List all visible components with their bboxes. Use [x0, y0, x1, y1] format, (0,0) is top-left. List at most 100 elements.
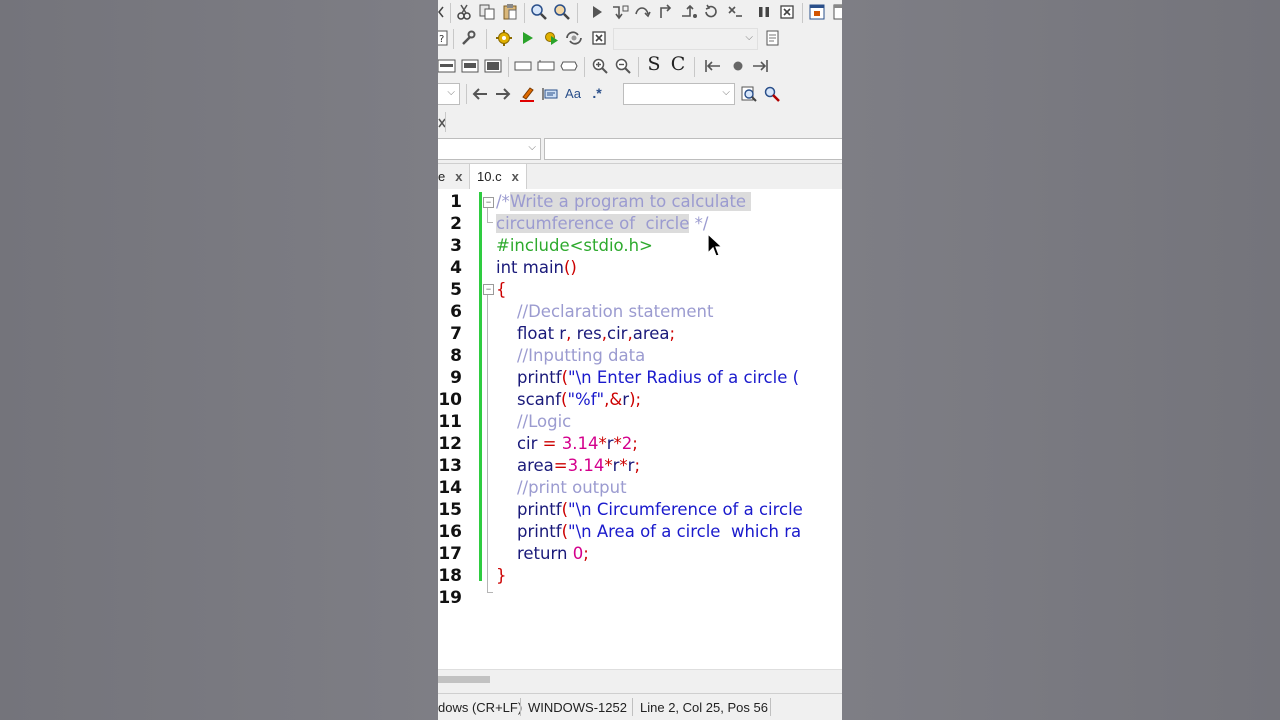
jump-forward-icon[interactable]: [751, 57, 769, 75]
line-number: 16: [438, 522, 462, 542]
block-icon-1[interactable]: [514, 57, 532, 75]
status-separator: [770, 698, 771, 716]
rebuild-icon[interactable]: [565, 29, 583, 47]
highlight-icon[interactable]: [518, 85, 536, 103]
status-separator: [520, 698, 521, 716]
fold-toggle-icon[interactable]: −: [483, 284, 494, 295]
horizontal-scrollbar[interactable]: [438, 669, 842, 692]
layout-icon-1[interactable]: [438, 57, 456, 75]
build-gear-icon[interactable]: [495, 29, 513, 47]
copy-icon[interactable]: [478, 3, 496, 21]
toolbar-separator: [638, 57, 639, 77]
step-out-icon[interactable]: [657, 3, 675, 21]
abort-icon[interactable]: [590, 29, 608, 47]
code-line-6: //Declaration statement: [516, 302, 714, 321]
code-line-17: return 0;: [516, 544, 589, 563]
chevron-down-icon: ⌵: [528, 142, 536, 153]
paste-icon[interactable]: [501, 3, 519, 21]
toolbar-separator: [802, 3, 803, 23]
line-number: 18: [438, 566, 462, 586]
toolbar-separator: [508, 57, 509, 77]
code-line-5: {: [496, 280, 507, 299]
status-encoding[interactable]: WINDOWS-1252: [528, 700, 627, 715]
build-run-icon[interactable]: [542, 29, 560, 47]
cut-icon[interactable]: [455, 3, 473, 21]
target-options-icon[interactable]: [764, 29, 782, 47]
c-button[interactable]: C: [669, 53, 687, 75]
code-line-3: #include<stdio.h>: [496, 236, 653, 255]
toolbar-separator: [450, 3, 451, 23]
status-eol[interactable]: dows (CR+LF): [438, 700, 522, 715]
find-icon[interactable]: [530, 3, 548, 21]
step-over-icon[interactable]: [634, 3, 652, 21]
status-separator: [632, 698, 633, 716]
run-icon[interactable]: [588, 3, 606, 21]
line-number: 10: [438, 390, 462, 410]
build-target-dropdown[interactable]: ⌵: [613, 28, 758, 50]
line-number: 12: [438, 434, 462, 454]
toolbar-separator: [486, 29, 487, 49]
regex-button[interactable]: .*: [588, 84, 606, 102]
toolbar-separator: [584, 57, 585, 77]
tab-previous-file[interactable]: ex: [438, 164, 470, 190]
zoom-out-icon[interactable]: [614, 57, 632, 75]
restart-debug-icon[interactable]: [703, 3, 721, 21]
mouse-pointer-icon: [707, 232, 724, 264]
toolbar-separator: [577, 3, 578, 23]
arrow-left-icon[interactable]: [471, 85, 489, 103]
line-number: 3: [450, 236, 462, 256]
block-icon-3[interactable]: [560, 57, 578, 75]
code-editor[interactable]: 1 2 3 4 5 6 7 8 9 10 11 12 13 14 15 16 17 18 19 − − /*Writ…: [438, 189, 842, 669]
line-number: 4: [450, 258, 462, 278]
search-icon[interactable]: [740, 85, 758, 103]
tab-10-c[interactable]: 10.c x: [469, 164, 527, 190]
status-bar: dows (CR+LF) WINDOWS-1252 Line 2, Col 25…: [438, 693, 842, 720]
match-case-button[interactable]: Aa: [564, 84, 582, 102]
scrollbar-thumb[interactable]: [438, 676, 490, 683]
run-to-cursor-icon[interactable]: [680, 3, 698, 21]
modified-lines-bar: [479, 192, 482, 581]
line-number: 2: [450, 214, 462, 234]
stop-icon[interactable]: [778, 3, 796, 21]
scope-dropdown[interactable]: ⌵: [438, 138, 541, 160]
fold-toggle-icon[interactable]: −: [483, 197, 494, 208]
find-replace-icon[interactable]: [553, 3, 571, 21]
block-icon-2[interactable]: [537, 57, 555, 75]
fold-line: [487, 208, 488, 222]
arrow-right-icon[interactable]: [494, 85, 512, 103]
line-number: 8: [450, 346, 462, 366]
s-button[interactable]: S: [645, 53, 663, 75]
tools-icon[interactable]: [763, 85, 781, 103]
line-number: 17: [438, 544, 462, 564]
select-text-icon[interactable]: [541, 85, 559, 103]
toolbar-row-2: ? ⌵: [438, 26, 842, 53]
status-cursor-position: Line 2, Col 25, Pos 56: [640, 700, 768, 715]
chevron-left-icon[interactable]: [438, 3, 444, 21]
wrench-icon[interactable]: [459, 29, 477, 47]
step-back-icon[interactable]: [726, 3, 744, 21]
line-number: 7: [450, 324, 462, 344]
line-number: 6: [450, 302, 462, 322]
search-scope-dropdown[interactable]: ⌵: [438, 83, 460, 105]
step-into-icon[interactable]: [611, 3, 629, 21]
line-number: 15: [438, 500, 462, 520]
pause-icon[interactable]: [755, 3, 773, 21]
debug-window-icon[interactable]: [808, 3, 826, 21]
find-text-input[interactable]: ⌵: [623, 83, 735, 105]
toolbar-separator: [524, 3, 525, 23]
function-dropdown[interactable]: [544, 138, 842, 160]
window-icon[interactable]: [830, 3, 842, 21]
run-green-icon[interactable]: [519, 29, 537, 47]
tab-label: 10.c: [477, 169, 502, 184]
close-icon[interactable]: x: [455, 169, 462, 184]
layout-icon-3[interactable]: [484, 57, 502, 75]
bookmark-dot-icon[interactable]: [729, 57, 747, 75]
help-icon[interactable]: ?: [438, 29, 448, 47]
close-icon[interactable]: x: [512, 169, 519, 184]
zoom-in-icon[interactable]: [591, 57, 609, 75]
jump-back-icon[interactable]: [704, 57, 722, 75]
layout-icon-2[interactable]: [461, 57, 479, 75]
line-number: 1: [450, 192, 462, 212]
line-number: 11: [438, 412, 462, 432]
toolbar-row-1: [438, 0, 842, 26]
